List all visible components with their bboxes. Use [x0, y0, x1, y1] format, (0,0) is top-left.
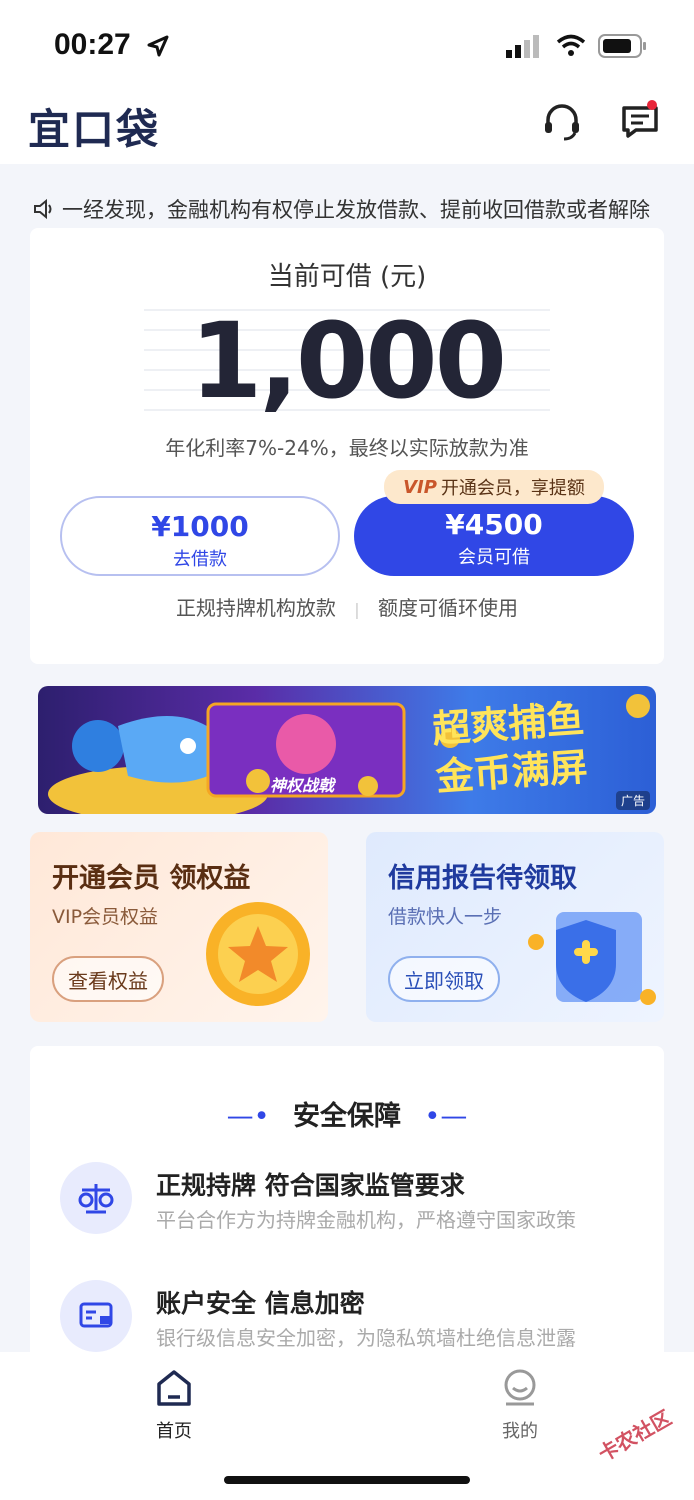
app-header: 宜口袋	[0, 92, 694, 164]
security-item-title: 账户安全 信息加密	[156, 1289, 365, 1318]
tab-home-label: 首页	[156, 1421, 192, 1442]
title-decoration-left: —•	[226, 1101, 270, 1132]
title-decoration-right: •—	[424, 1101, 468, 1132]
secure-card-icon-wrap	[60, 1280, 132, 1352]
vip-promo-title: 开通会员 领权益	[52, 863, 251, 894]
footer-left: 正规持牌机构放款	[175, 596, 336, 620]
available-amount: 1,000	[190, 300, 507, 422]
security-item-desc: 银行级信息安全加密，为隐私筑墙杜绝信息泄露	[156, 1326, 576, 1350]
loan-card: 当前可借 (元) 1,000 年化利率7%-24%，最终以实际放款为准 ¥100…	[30, 228, 664, 664]
member-borrow-button[interactable]: ¥4500 会员可借	[354, 496, 634, 576]
status-time: 00:27	[54, 28, 131, 61]
tab-mine[interactable]: 我的	[480, 1368, 560, 1443]
vip-badge[interactable]: VIP 开通会员，享提额	[384, 470, 604, 504]
member-label: 会员可借	[458, 547, 530, 568]
loan-footer: 正规持牌机构放款 | 额度可循环使用	[30, 592, 664, 621]
home-indicator	[224, 1476, 470, 1484]
shield-document-icon	[528, 912, 656, 1005]
vip-mark: VIP	[403, 476, 437, 498]
status-bar: 00:27	[0, 0, 694, 92]
vip-promo-card[interactable]: 开通会员 领权益 VIP会员权益 查看权益	[30, 832, 328, 1022]
security-section: —• 安全保障 •— 正规持牌 符合国家监管要求 平台合作方为持牌金融机构，严格…	[30, 1046, 664, 1376]
scale-icon	[78, 1184, 114, 1214]
banner-badge: 神权战戟	[270, 776, 335, 795]
rate-note: 年化利率7%-24%，最终以实际放款为准	[165, 436, 529, 460]
notice-bar[interactable]: 一经发现，金融机构有权停止发放借款、提前收回借款或者解除	[32, 192, 672, 226]
security-item-desc: 平台合作方为持牌金融机构，严格遵守国家政策	[156, 1208, 576, 1232]
battery-icon	[598, 34, 646, 58]
tab-home[interactable]: 首页	[134, 1368, 214, 1443]
borrow-amount: ¥1000	[151, 510, 249, 543]
home-icon	[157, 1370, 191, 1406]
tab-mine-label: 我的	[502, 1421, 538, 1442]
signal-icon	[506, 35, 539, 58]
divider: |	[354, 600, 360, 619]
secure-card-icon	[79, 1302, 113, 1328]
unread-dot	[647, 100, 657, 110]
ad-label: 广告	[615, 791, 650, 810]
borrow-button[interactable]: ¥1000 去借款	[60, 496, 340, 576]
profile-icon	[504, 1369, 536, 1406]
security-title: —• 安全保障 •—	[30, 1094, 664, 1133]
notice-text: 一经发现，金融机构有权停止发放借款、提前收回借款或者解除	[62, 198, 650, 222]
star-coin-icon	[206, 902, 310, 1006]
app-logo: 宜口袋	[28, 105, 161, 154]
vip-badge-text: 开通会员，享提额	[440, 478, 585, 499]
footer-right: 额度可循环使用	[378, 596, 519, 620]
speaker-icon	[34, 198, 52, 220]
available-caption: 当前可借 (元)	[267, 262, 427, 292]
security-item-title: 正规持牌 符合国家监管要求	[156, 1171, 465, 1200]
credit-report-card[interactable]: 信用报告待领取 借款快人一步 立即领取	[366, 832, 664, 1022]
member-amount: ¥4500	[445, 508, 543, 541]
credit-report-subtitle: 借款快人一步	[388, 906, 503, 928]
view-benefits-button[interactable]: 查看权益	[52, 956, 164, 1002]
security-title-text: 安全保障	[293, 1101, 401, 1132]
claim-report-button[interactable]: 立即领取	[388, 956, 500, 1002]
location-arrow-icon	[147, 35, 169, 57]
scale-icon-wrap	[60, 1162, 132, 1234]
vip-promo-subtitle: VIP会员权益	[52, 906, 159, 928]
borrow-label: 去借款	[173, 549, 227, 570]
credit-report-title: 信用报告待领取	[388, 863, 577, 894]
ad-banner[interactable]: 神权战戟 超爽捕鱼 金币满屏 广告	[38, 686, 656, 814]
message-icon[interactable]	[620, 100, 662, 142]
banner-slogan: 超爽捕鱼 金币满屏	[431, 695, 589, 801]
wifi-icon	[556, 34, 586, 56]
customer-service-icon[interactable]	[542, 102, 582, 142]
